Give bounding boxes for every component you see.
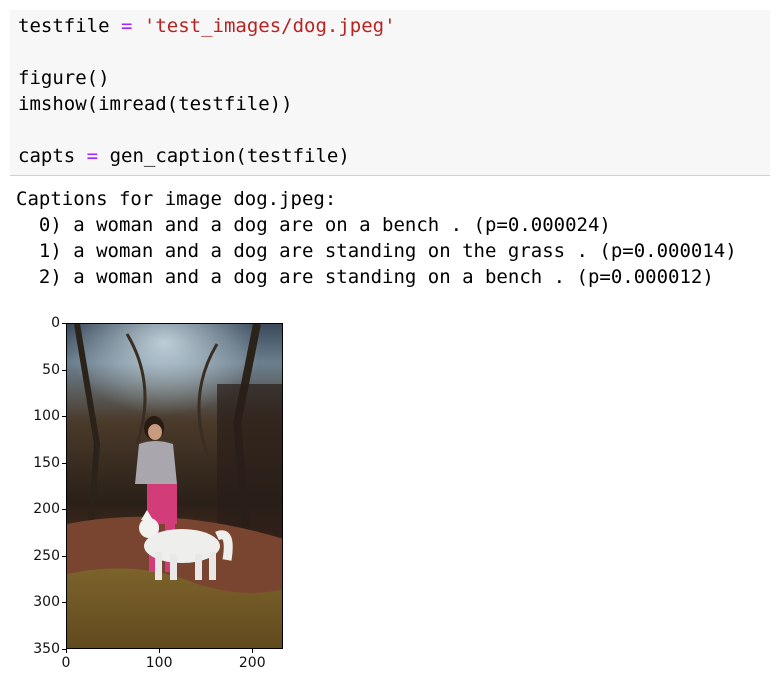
x-tick-label: 200: [238, 655, 266, 671]
code-line-figure: figure(): [18, 67, 110, 89]
y-tick-label: 150: [33, 454, 60, 471]
y-tick-label: 100: [33, 408, 60, 425]
imshow-figure: 0 50 100 150 200 250 300 350 0 100 200: [0, 306, 320, 694]
caption-line-0: 0) a woman and a dog are on a bench . (p…: [16, 214, 611, 236]
code-token-operator: =: [120, 15, 133, 37]
y-tick-label: 0: [51, 315, 60, 331]
image-axes: [66, 323, 283, 649]
x-tick-mark: [159, 649, 161, 653]
x-tick-label: 0: [61, 655, 71, 671]
y-tick-label: 50: [42, 361, 60, 378]
y-tick-label: 250: [33, 547, 60, 564]
photo-woman-with-white-dog-icon: [67, 324, 282, 648]
code-line-capts-assign: capts = gen_caption(testfile): [18, 144, 350, 168]
code-token-call: gen_caption(testfile): [109, 145, 350, 167]
x-tick-mark: [66, 649, 67, 653]
output-header: Captions for image dog.jpeg:: [16, 188, 337, 210]
code-token-variable: capts: [18, 145, 76, 167]
caption-line-1: 1) a woman and a dog are standing on the…: [16, 240, 737, 262]
code-token-operator: =: [86, 145, 99, 167]
x-tick-mark: [252, 649, 254, 653]
code-line-imshow: imshow(imread(testfile)): [18, 93, 293, 115]
code-token-string: 'test_images/dog.jpeg': [143, 15, 396, 37]
y-tick-label: 200: [33, 501, 60, 518]
x-tick-label: 100: [145, 655, 173, 671]
caption-line-2: 2) a woman and a dog are standing on a b…: [16, 266, 714, 288]
code-line-testfile-assign: testfile = 'test_images/dog.jpeg': [18, 14, 396, 38]
y-tick-label: 300: [33, 594, 60, 611]
code-cell-input[interactable]: testfile = 'test_images/dog.jpeg' figure…: [10, 10, 770, 176]
code-token-variable: testfile: [18, 15, 110, 37]
